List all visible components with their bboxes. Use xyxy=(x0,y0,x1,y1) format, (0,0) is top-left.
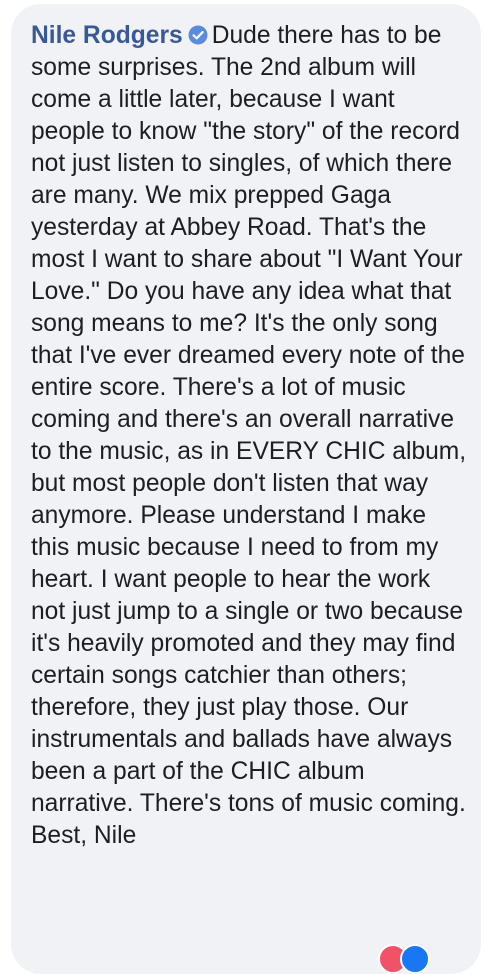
comment-text: Dude there has to be some surprises. The… xyxy=(31,22,467,849)
comment-bubble: Nile Rodgers Dude there has to be some su… xyxy=(11,4,481,974)
comment-author-link[interactable]: Nile Rodgers xyxy=(31,22,183,49)
reactions-summary[interactable] xyxy=(378,944,458,974)
verified-badge-icon xyxy=(188,25,208,45)
comment-body: Nile Rodgers Dude there has to be some su… xyxy=(31,20,469,852)
like-reaction-icon xyxy=(400,944,430,974)
